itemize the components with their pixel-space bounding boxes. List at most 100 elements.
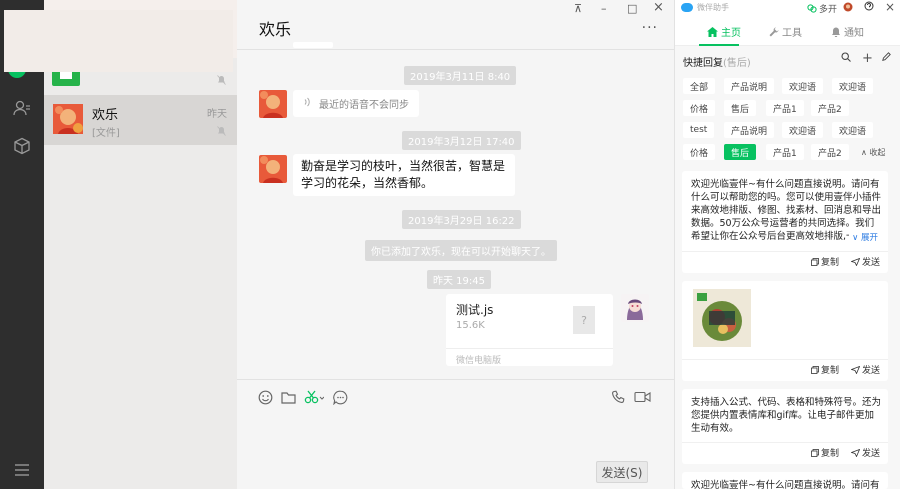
chip-all[interactable]: 全部 (683, 78, 716, 94)
voice-notice: 最近的语音不会同步 (319, 100, 409, 111)
folder-icon[interactable] (279, 388, 297, 406)
conversation-time: 昨天 (207, 109, 227, 120)
card-actions: 复制 发送 (811, 255, 880, 268)
send-reply-button[interactable]: 发送 (850, 255, 880, 268)
timestamp: 2019年3月29日 16:22 (402, 210, 521, 229)
more-options-icon[interactable]: ··· (642, 20, 658, 36)
wrench-icon (769, 27, 779, 36)
copy-button[interactable]: 复制 (811, 255, 839, 268)
chat-history-icon[interactable] (331, 388, 349, 406)
edit-icon[interactable] (882, 52, 891, 65)
copy-button[interactable]: 复制 (811, 363, 839, 376)
chip-product2[interactable]: 产品2 (811, 144, 849, 160)
chip-welcome[interactable]: 欢迎语 (782, 78, 824, 94)
chip-product1[interactable]: 产品1 (766, 144, 804, 160)
conversation-list: 欢乐 [文件] 昨天 (44, 0, 237, 489)
send-label: 发送 (861, 449, 880, 459)
voice-call-icon[interactable] (609, 388, 627, 406)
chip-product-desc[interactable]: 产品说明 (724, 78, 775, 94)
copy-button[interactable]: 复制 (811, 446, 839, 459)
text-message[interactable]: 勤奋是学习的枝叶，当然很苦，智慧是学习的花朵，当然香郁。 (293, 154, 515, 196)
mute-icon (217, 75, 226, 88)
file-source: 微信电脑版 (446, 348, 613, 370)
bell-icon (832, 27, 840, 37)
system-message: 你已添加了欢乐，现在可以开始聊天了。 (365, 240, 557, 261)
quick-reply-card[interactable]: 欢迎光临壹伴~有什么问题直接说明。请问有什 (682, 472, 888, 489)
voice-message[interactable]: 最近的语音不会同步 (293, 90, 419, 117)
chip-test[interactable]: test (683, 122, 715, 138)
chip-product-desc[interactable]: 产品说明 (724, 122, 775, 138)
quick-reply-card[interactable]: 支持插入公式、代码、表格和特殊符号。还为您提供内置表情库和gif库。让电子邮件更… (682, 389, 888, 464)
chip-price[interactable]: 价格 (683, 144, 716, 160)
send-button[interactable]: 发送(S) (596, 461, 648, 483)
quick-reply-card[interactable]: 欢迎光临壹伴~有什么问题直接说明。请问有什么可以帮助您的吗。您可以使用壹伴小插件… (682, 171, 888, 273)
conversation-last-message: [文件] (92, 128, 120, 139)
tab-tools-label: 工具 (782, 28, 802, 39)
menu-icon[interactable] (12, 460, 32, 480)
chip-welcome[interactable]: 欢迎语 (832, 122, 874, 138)
chip-welcome[interactable]: 欢迎语 (832, 78, 874, 94)
assistant-tabs: 主页 工具 通知 (675, 16, 900, 46)
nav-sidebar (0, 0, 44, 489)
chip-product2[interactable]: 产品2 (811, 100, 849, 116)
multi-open-icon (807, 4, 817, 13)
panel-close-icon[interactable]: × (885, 0, 895, 14)
close-button[interactable]: × (653, 0, 664, 15)
add-icon[interactable]: + (862, 51, 873, 66)
chat-header: 欢乐 ⊼ – □ × ··· (237, 0, 674, 50)
pin-icon[interactable]: ⊼ (574, 2, 582, 15)
quick-reply-text: 欢迎光临壹伴~有什么问题直接说明。请问有什 (691, 480, 880, 489)
tab-home-label: 主页 (721, 28, 741, 39)
chip-product1[interactable]: 产品1 (766, 100, 804, 116)
card-divider (682, 359, 888, 360)
my-avatar (621, 294, 649, 322)
home-icon (707, 26, 718, 37)
collections-cube-icon[interactable] (12, 136, 32, 156)
expand-button[interactable]: ∨ 展开 (849, 231, 878, 243)
tab-notifications-label: 通知 (844, 28, 864, 39)
chip-after-sales[interactable]: 售后 (724, 100, 757, 116)
tab-notifications[interactable]: 通知 (831, 24, 864, 39)
search-icon[interactable] (841, 52, 851, 65)
file-message[interactable]: 测试.js 15.6K ? 微信电脑版 (446, 294, 613, 366)
collapse-button[interactable]: ∧ 收起 (861, 147, 885, 158)
screenshot-scissors-icon[interactable] (303, 388, 325, 406)
quick-reply-label: 快捷回复 (683, 58, 723, 69)
assistant-brand: 微伴助手 (681, 2, 729, 13)
send-reply-button[interactable]: 发送 (850, 363, 880, 376)
tab-tools[interactable]: 工具 (769, 24, 802, 39)
input-toolbar: 发送(S) (237, 379, 674, 489)
tab-home[interactable]: 主页 (707, 24, 741, 39)
chip-after-sales-selected[interactable]: 售后 (724, 144, 757, 160)
quick-reply-image-card[interactable]: 复制 发送 (682, 281, 888, 381)
send-icon (850, 257, 860, 266)
multi-open-button[interactable]: 多开 (807, 2, 837, 15)
contacts-icon[interactable] (12, 98, 32, 118)
minimize-button[interactable]: – (601, 2, 607, 15)
copy-icon (811, 365, 819, 374)
chip-price[interactable]: 价格 (683, 100, 716, 116)
card-actions: 复制 发送 (811, 363, 880, 376)
multi-open-label: 多开 (819, 5, 838, 15)
video-call-icon[interactable] (632, 388, 652, 406)
file-size: 15.6K (456, 320, 485, 331)
chat-window: 欢乐 ⊼ – □ × ··· 2019年3月11日 8:40 最近的语音不会同步… (237, 0, 674, 489)
conversation-item[interactable]: 欢乐 [文件] 昨天 (44, 95, 237, 145)
send-icon (850, 448, 860, 457)
maximize-button[interactable]: □ (627, 2, 637, 15)
chip-welcome[interactable]: 欢迎语 (782, 122, 824, 138)
redacted-area (4, 10, 233, 72)
send-icon (850, 365, 860, 374)
quick-reply-category: (售后) (723, 58, 751, 69)
copy-label: 复制 (820, 366, 839, 376)
chat-title: 欢乐 (259, 20, 292, 39)
voice-icon (303, 97, 311, 110)
avatar (259, 155, 287, 183)
send-reply-button[interactable]: 发送 (850, 446, 880, 459)
file-type-icon: ? (573, 306, 595, 334)
user-avatar-icon[interactable] (843, 2, 853, 15)
help-icon[interactable] (864, 1, 874, 14)
timestamp: 2019年3月11日 8:40 (404, 66, 517, 85)
emoji-icon[interactable] (256, 388, 274, 406)
card-actions: 复制 发送 (811, 446, 880, 459)
